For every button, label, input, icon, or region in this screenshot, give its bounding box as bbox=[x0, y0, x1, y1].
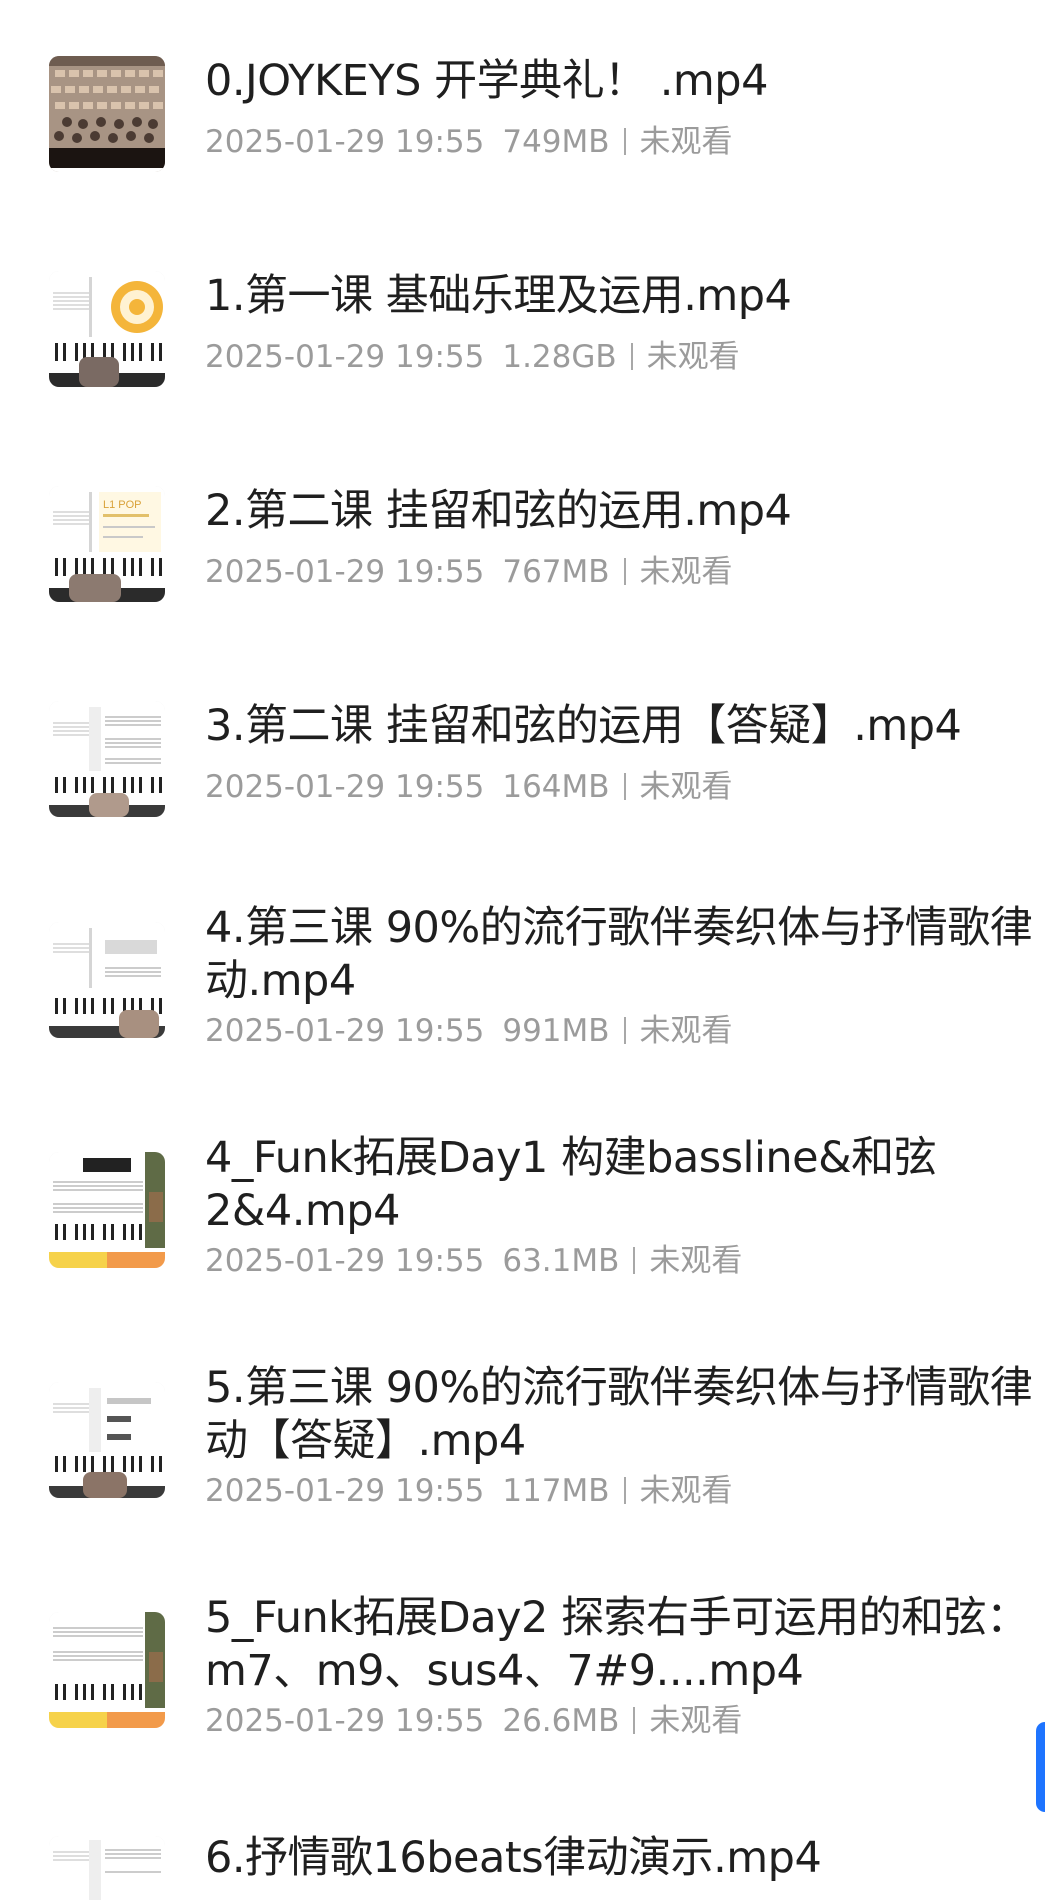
file-meta: 2025-01-29 19:55 749MB 未观看 bbox=[205, 122, 733, 162]
list-item[interactable]: L1 POP 2.第二课 挂留和弦的运用.mp4 2025-01-29 19:5… bbox=[0, 430, 1045, 645]
watch-status: 未观看 bbox=[639, 1013, 733, 1049]
list-item[interactable]: 3.第二课 挂留和弦的运用【答疑】.mp4 2025-01-29 19:55 16… bbox=[0, 645, 1045, 860]
divider bbox=[623, 128, 626, 155]
file-list: 0.JOYKEYS 开学典礼！ .mp4 2025-01-29 19:55 749… bbox=[0, 0, 1045, 1902]
file-title: 4_Funk拓展Day1 构建bassline&和弦2&4.mp4 bbox=[205, 1133, 937, 1236]
watch-status: 未观看 bbox=[639, 124, 733, 160]
video-thumbnail bbox=[49, 1612, 165, 1728]
file-size: 1.28GB bbox=[502, 339, 617, 375]
file-title: 5_Funk拓展Day2 探索右手可运用的和弦：m7、m9、sus4、7#9..… bbox=[205, 1593, 1029, 1696]
list-item[interactable]: 4.第三课 90%的流行歌伴奏织体与抒情歌律动.mp4 2025-01-29 1… bbox=[0, 860, 1045, 1090]
file-date: 2025-01-29 19:55 bbox=[205, 1703, 485, 1739]
video-thumbnail bbox=[49, 1836, 165, 1902]
divider bbox=[623, 558, 626, 585]
file-date: 2025-01-29 19:55 bbox=[205, 1473, 485, 1509]
file-meta: 2025-01-29 19:55 26.6MB 未观看 bbox=[205, 1701, 742, 1741]
watch-status: 未观看 bbox=[639, 1473, 733, 1509]
video-thumbnail bbox=[49, 271, 165, 387]
divider bbox=[630, 343, 633, 370]
file-title: 1.第一课 基础乐理及运用.mp4 bbox=[205, 271, 792, 321]
watch-status: 未观看 bbox=[649, 1703, 743, 1739]
file-size: 26.6MB bbox=[502, 1703, 620, 1739]
list-item[interactable]: 0.JOYKEYS 开学典礼！ .mp4 2025-01-29 19:55 749… bbox=[0, 0, 1045, 215]
file-title: 2.第二课 挂留和弦的运用.mp4 bbox=[205, 486, 792, 536]
watch-status: 未观看 bbox=[649, 1243, 743, 1279]
list-item[interactable]: 5.第三课 90%的流行歌伴奏织体与抒情歌律动【答疑】.mp4 2025-01-… bbox=[0, 1320, 1045, 1550]
file-date: 2025-01-29 19:55 bbox=[205, 554, 485, 590]
floating-side-button[interactable] bbox=[1036, 1722, 1045, 1812]
video-thumbnail bbox=[49, 701, 165, 817]
video-thumbnail bbox=[49, 56, 165, 172]
divider bbox=[633, 1707, 636, 1734]
video-thumbnail: L1 POP bbox=[49, 486, 165, 602]
file-title: 4.第三课 90%的流行歌伴奏织体与抒情歌律动.mp4 bbox=[205, 903, 1033, 1006]
video-thumbnail bbox=[49, 1382, 165, 1498]
list-item[interactable]: 1.第一课 基础乐理及运用.mp4 2025-01-29 19:55 1.28GB… bbox=[0, 215, 1045, 430]
file-title: 3.第二课 挂留和弦的运用【答疑】.mp4 bbox=[205, 701, 962, 751]
file-date: 2025-01-29 19:55 bbox=[205, 1243, 485, 1279]
file-size: 991MB bbox=[502, 1013, 610, 1049]
list-item[interactable]: 5_Funk拓展Day2 探索右手可运用的和弦：m7、m9、sus4、7#9..… bbox=[0, 1550, 1045, 1780]
file-meta: 2025-01-29 19:55 767MB 未观看 bbox=[205, 552, 733, 592]
video-thumbnail bbox=[49, 1152, 165, 1268]
divider bbox=[623, 1477, 626, 1504]
file-size: 164MB bbox=[502, 769, 610, 805]
list-item[interactable]: 6.抒情歌16beats律动演示.mp4 bbox=[0, 1780, 1045, 1902]
list-item[interactable]: 4_Funk拓展Day1 构建bassline&和弦2&4.mp4 2025-0… bbox=[0, 1090, 1045, 1320]
file-date: 2025-01-29 19:55 bbox=[205, 339, 485, 375]
file-size: 767MB bbox=[502, 554, 610, 590]
file-title: 5.第三课 90%的流行歌伴奏织体与抒情歌律动【答疑】.mp4 bbox=[205, 1363, 1033, 1466]
file-title: 6.抒情歌16beats律动演示.mp4 bbox=[205, 1833, 822, 1883]
file-date: 2025-01-29 19:55 bbox=[205, 1013, 485, 1049]
file-title: 0.JOYKEYS 开学典礼！ .mp4 bbox=[205, 56, 768, 106]
svg-text:L1 POP: L1 POP bbox=[103, 499, 142, 511]
divider bbox=[623, 773, 626, 800]
file-date: 2025-01-29 19:55 bbox=[205, 769, 485, 805]
divider bbox=[623, 1017, 626, 1044]
file-size: 749MB bbox=[502, 124, 610, 160]
watch-status: 未观看 bbox=[639, 554, 733, 590]
file-meta: 2025-01-29 19:55 164MB 未观看 bbox=[205, 767, 733, 807]
file-meta: 2025-01-29 19:55 1.28GB 未观看 bbox=[205, 337, 740, 377]
divider bbox=[633, 1247, 636, 1274]
video-thumbnail bbox=[49, 922, 165, 1038]
file-meta: 2025-01-29 19:55 117MB 未观看 bbox=[205, 1471, 733, 1511]
file-size: 117MB bbox=[502, 1473, 610, 1509]
file-size: 63.1MB bbox=[502, 1243, 620, 1279]
watch-status: 未观看 bbox=[639, 769, 733, 805]
file-meta: 2025-01-29 19:55 63.1MB 未观看 bbox=[205, 1241, 742, 1281]
file-meta: 2025-01-29 19:55 991MB 未观看 bbox=[205, 1011, 733, 1051]
file-date: 2025-01-29 19:55 bbox=[205, 124, 485, 160]
watch-status: 未观看 bbox=[646, 339, 740, 375]
